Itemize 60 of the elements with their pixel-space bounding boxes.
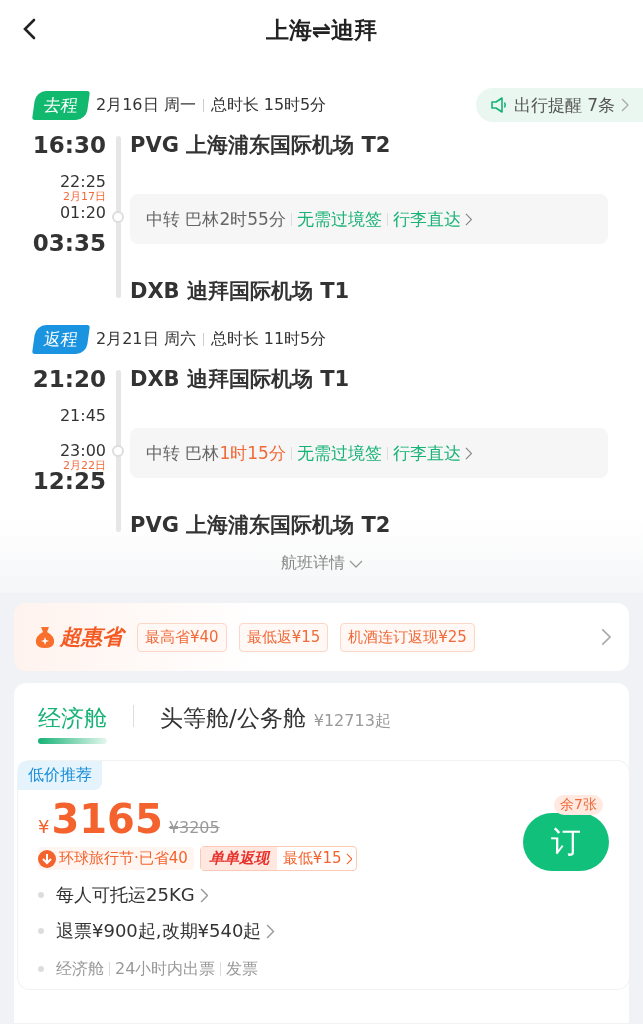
cabin-price: ¥12713起 xyxy=(313,710,391,732)
flight-details-link[interactable]: 航班详情 xyxy=(274,552,369,575)
date-note: 2月22日 xyxy=(63,460,106,472)
airport-name: PVG 上海浦东国际机场 T2 xyxy=(130,132,392,159)
cabin-tab[interactable]: 头等舱/公务舱 ¥12713起 xyxy=(160,698,391,746)
visa-note: 无需过境签 xyxy=(296,207,382,231)
chevron-icon xyxy=(464,212,473,226)
chevron-icon xyxy=(348,559,363,568)
book-button[interactable]: 订 xyxy=(523,813,609,871)
departure-time: 21:20 xyxy=(32,365,106,394)
cashback-tag[interactable]: 单单返现 最低¥15 xyxy=(199,846,358,871)
chevron-icon xyxy=(600,628,611,646)
airport-name: DXB 迪拜国际机场 T1 xyxy=(130,278,351,305)
promo-banner[interactable]: 超惠省 最高省¥40 最低返¥15 机酒连订返现¥25 xyxy=(14,603,629,671)
transfer-arrival-time: 22:25 xyxy=(59,172,106,191)
route-title: 上海⇌迪拜 xyxy=(265,15,378,45)
baggage-link[interactable]: 行李直达 xyxy=(392,207,473,231)
ticket-tag: 24小时内出票 xyxy=(115,958,216,978)
discount-text: 环球旅行节·已省40 xyxy=(59,849,188,868)
trip-duration: 总时长 15时5分 xyxy=(210,94,327,116)
cabin-tab[interactable]: 经济舱 xyxy=(38,698,107,746)
baggage-link[interactable]: 行李直达 xyxy=(392,441,473,465)
price: 3165 xyxy=(51,796,163,842)
trip-duration: 总时长 11时5分 xyxy=(210,328,327,350)
trip-badge: 去程 xyxy=(31,90,91,120)
chevron-icon xyxy=(266,923,275,939)
chevron-icon xyxy=(621,98,629,112)
arrival-time: 03:35 xyxy=(32,229,106,258)
transfer-arrival-time: 21:45 xyxy=(59,406,106,425)
date-note: 2月17日 xyxy=(63,191,106,203)
feature-link[interactable]: 每人可托运25KG xyxy=(56,883,209,907)
transfer-info: 中转 巴林1时15分 xyxy=(146,441,286,465)
chevron-icon xyxy=(464,446,473,460)
transfer-info: 中转 巴林2时55分 xyxy=(146,207,286,231)
recommend-badge: 低价推荐 xyxy=(18,761,102,790)
stop-dot xyxy=(112,211,124,223)
remaining-badge: 余7张 xyxy=(554,795,603,815)
trip-date: 2月16日 周一 xyxy=(96,94,196,116)
promo-tag: 最低返¥15 xyxy=(238,622,329,652)
ticket-tag: 经济舱 xyxy=(56,958,104,978)
chevron-icon xyxy=(345,852,353,865)
original-price: ¥3205 xyxy=(168,818,220,837)
promo-tag: 机酒连订返现¥25 xyxy=(340,622,475,652)
departure-time: 16:30 xyxy=(32,131,106,160)
transfer-departure-time: 23:00 xyxy=(59,441,106,460)
stop-dot xyxy=(112,445,124,457)
chevron-icon xyxy=(199,887,209,903)
reminder-button[interactable]: 出行提醒 7条 xyxy=(475,88,643,122)
currency-sign: ¥ xyxy=(38,816,50,837)
feature-link[interactable]: 退票¥900起,改期¥540起 xyxy=(56,919,275,943)
transfer-departure-time: 01:20 xyxy=(59,203,106,222)
trip-badge: 返程 xyxy=(31,324,91,354)
ticket-tag: 发票 xyxy=(226,958,259,978)
money-bag-icon xyxy=(34,625,56,649)
visa-note: 无需过境签 xyxy=(296,441,382,465)
promo-tag: 最高省¥40 xyxy=(137,622,227,652)
airport-name: DXB 迪拜国际机场 T1 xyxy=(130,366,351,393)
airport-name: PVG 上海浦东国际机场 T2 xyxy=(130,512,392,539)
speaker-icon xyxy=(489,96,508,114)
trip-date: 2月21日 周六 xyxy=(96,328,196,350)
